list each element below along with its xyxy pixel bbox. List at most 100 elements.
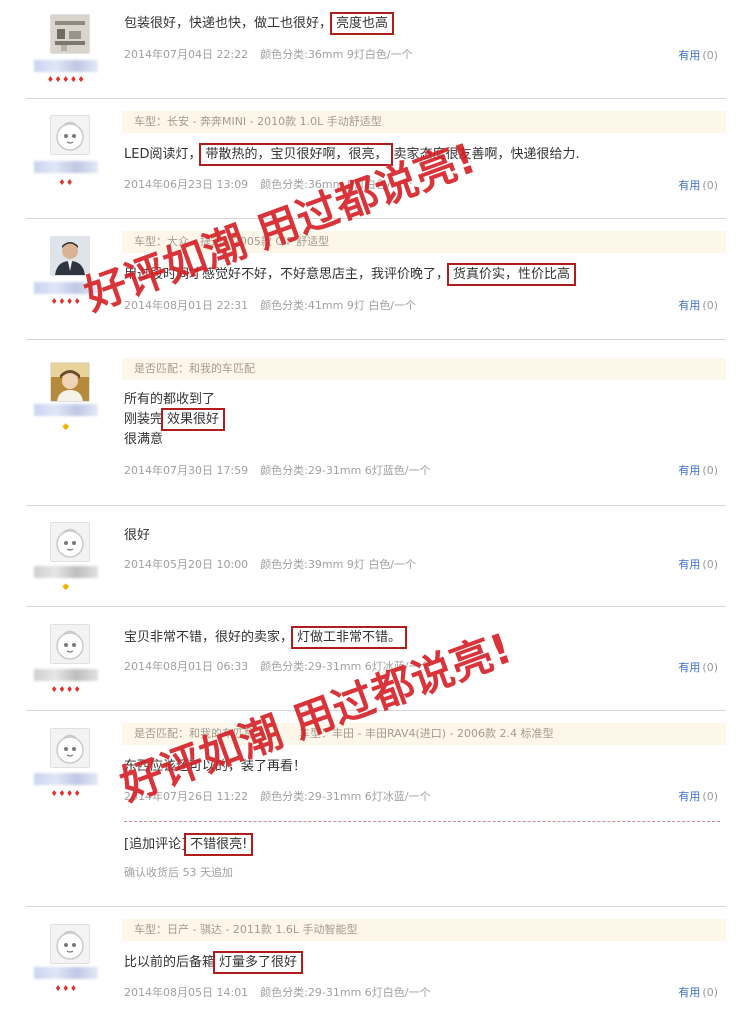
helpful-label: 有用 <box>678 179 701 192</box>
helpful-button[interactable]: 有用 (0) <box>678 177 718 193</box>
helpful-count: (0) <box>702 299 718 312</box>
username[interactable] <box>34 967 98 979</box>
review-item: ◆ 很好 2014年05月20日 10:00 颜色分类:39mm 9灯 白色/一个… <box>26 506 726 607</box>
review-date-text: 2014年05月20日 10:00 <box>124 558 249 571</box>
avatar[interactable] <box>50 14 90 54</box>
helpful-count: (0) <box>702 558 718 571</box>
review-content: 所有的都收到了 刚装完 效果很好 很满意 <box>124 390 226 450</box>
helpful-label: 有用 <box>678 299 701 312</box>
rank-badge: ♦♦♦♦ <box>50 685 82 694</box>
avatar-photo-icon <box>51 363 89 401</box>
helpful-button[interactable]: 有用 (0) <box>678 659 718 675</box>
review-sku: 颜色分类:29-31mm 6灯白色/一个 <box>260 986 431 999</box>
helpful-label: 有用 <box>678 49 701 62</box>
rank-badge: ♦♦♦ <box>54 984 78 993</box>
review-date-text: 2014年07月04日 22:22 <box>124 48 249 61</box>
review-sku: 颜色分类:29-31mm 6灯冰蓝/一个 <box>260 790 431 803</box>
review-date: 2014年08月05日 14:01 颜色分类:29-31mm 6灯白色/一个 <box>124 984 431 1000</box>
username[interactable] <box>34 404 98 416</box>
review-text: 刚装完 <box>124 412 164 427</box>
review-item: ♦♦♦ 车型：日产 - 骐达 - 2011款 1.6L 手动智能型 比以前的后备… <box>26 907 726 1021</box>
review-content: 包装很好，快递也快，做工也很好， 亮度也高 <box>124 12 395 35</box>
helpful-button[interactable]: 有用 (0) <box>678 462 718 478</box>
review-content: 比以前的后备箱 灯量多了很好 <box>124 951 304 974</box>
review-text: 很好 <box>124 528 151 543</box>
username[interactable] <box>34 773 98 785</box>
append-note: 确认收货后 53 天追加 <box>124 866 233 879</box>
helpful-count: (0) <box>702 179 718 192</box>
review-sku: 颜色分类:39mm 9灯 白色/一个 <box>260 558 417 571</box>
helpful-button[interactable]: 有用 (0) <box>678 47 718 63</box>
rank-badge: ♦♦♦♦ <box>50 789 82 798</box>
review-date: 2014年05月20日 10:00 颜色分类:39mm 9灯 白色/一个 <box>124 556 416 572</box>
helpful-label: 有用 <box>678 558 701 571</box>
append-divider <box>124 821 720 822</box>
car-model-bar: 车型：长安 - 奔奔MINI - 2010款 1.0L 手动舒适型 <box>122 111 726 133</box>
append-content: [追加评论] 不错很亮! <box>124 833 254 856</box>
append-highlight: 不错很亮! <box>184 833 254 856</box>
default-avatar-icon <box>51 729 89 767</box>
review-sku: 颜色分类:29-31mm 6灯蓝色/一个 <box>260 464 431 477</box>
review-date-text: 2014年08月05日 14:01 <box>124 986 249 999</box>
helpful-button[interactable]: 有用 (0) <box>678 297 718 313</box>
append-label: [追加评论] <box>124 837 187 852</box>
username[interactable] <box>34 161 98 173</box>
review-sku: 颜色分类:36mm 9灯白色/一个 <box>260 48 413 61</box>
avatar[interactable] <box>50 522 90 562</box>
review-date-text: 2014年08月01日 06:33 <box>124 660 249 673</box>
review-text: 宝贝非常不错，很好的卖家， <box>124 630 294 645</box>
review-sku: 颜色分类:41mm 9灯 白色/一个 <box>260 299 417 312</box>
helpful-count: (0) <box>702 790 718 803</box>
review-content: 很好 <box>124 526 150 546</box>
helpful-button[interactable]: 有用 (0) <box>678 984 718 1000</box>
review-text: 所有的都收到了 <box>124 392 216 407</box>
review-highlight: 效果很好 <box>161 408 226 431</box>
match-bar: 是否匹配：和我的车匹配 <box>122 358 726 380</box>
review-item: ♦♦♦♦♦ 包装很好，快递也快，做工也很好， 亮度也高 2014年07月04日 2… <box>26 0 726 99</box>
default-avatar-icon <box>51 116 89 154</box>
review-highlight: 灯做工非常不错。 <box>291 626 408 649</box>
helpful-label: 有用 <box>678 661 701 674</box>
review-text: 很满意 <box>124 432 164 447</box>
avatar[interactable] <box>50 115 90 155</box>
rank-badge: ◆ <box>62 422 70 432</box>
avatar[interactable] <box>50 624 90 664</box>
default-avatar-icon <box>51 523 89 561</box>
helpful-label: 有用 <box>678 790 701 803</box>
review-text: LED阅读灯， <box>124 147 202 162</box>
username[interactable] <box>34 669 98 681</box>
helpful-label: 有用 <box>678 464 701 477</box>
review-date-text: 2014年06月23日 13:09 <box>124 178 249 191</box>
review-date: 2014年07月30日 17:59 颜色分类:29-31mm 6灯蓝色/一个 <box>124 462 431 478</box>
avatar[interactable] <box>50 924 90 964</box>
rank-badge: ♦♦ <box>58 178 74 187</box>
review-text-line: 刚装完 效果很好 <box>124 408 226 431</box>
avatar[interactable] <box>50 362 90 402</box>
helpful-label: 有用 <box>678 986 701 999</box>
review-highlight: 灯量多了很好 <box>213 951 304 974</box>
avatar-photo-icon <box>51 15 89 53</box>
rank-badge: ◆ <box>62 582 70 592</box>
helpful-count: (0) <box>702 986 718 999</box>
helpful-count: (0) <box>702 49 718 62</box>
helpful-button[interactable]: 有用 (0) <box>678 556 718 572</box>
helpful-button[interactable]: 有用 (0) <box>678 788 718 804</box>
default-avatar-icon <box>51 625 89 663</box>
username[interactable] <box>34 60 98 72</box>
review-date: 2014年08月01日 22:31 颜色分类:41mm 9灯 白色/一个 <box>124 297 416 313</box>
helpful-count: (0) <box>702 661 718 674</box>
default-avatar-icon <box>51 925 89 963</box>
review-highlight: 货真价实，性价比高 <box>447 263 577 286</box>
review-highlight: 亮度也高 <box>330 12 395 35</box>
review-item: ◆ 是否匹配：和我的车匹配 所有的都收到了 刚装完 效果很好 很满意 2014年0… <box>26 340 726 506</box>
review-text: 比以前的后备箱 <box>124 955 216 970</box>
review-content: LED阅读灯， 带散热的，宝贝很好啊，很亮， 卖家态度很友善啊，快递很给力. <box>124 143 580 166</box>
helpful-count: (0) <box>702 464 718 477</box>
username[interactable] <box>34 566 98 578</box>
review-date-text: 2014年07月30日 17:59 <box>124 464 249 477</box>
avatar[interactable] <box>50 728 90 768</box>
car-model-bar: 车型：日产 - 骐达 - 2011款 1.6L 手动智能型 <box>122 919 726 941</box>
rank-badge: ♦♦♦♦♦ <box>46 75 86 84</box>
review-content: 宝贝非常不错，很好的卖家， 灯做工非常不错。 <box>124 626 408 649</box>
review-date: 2014年07月04日 22:22 颜色分类:36mm 9灯白色/一个 <box>124 46 413 62</box>
